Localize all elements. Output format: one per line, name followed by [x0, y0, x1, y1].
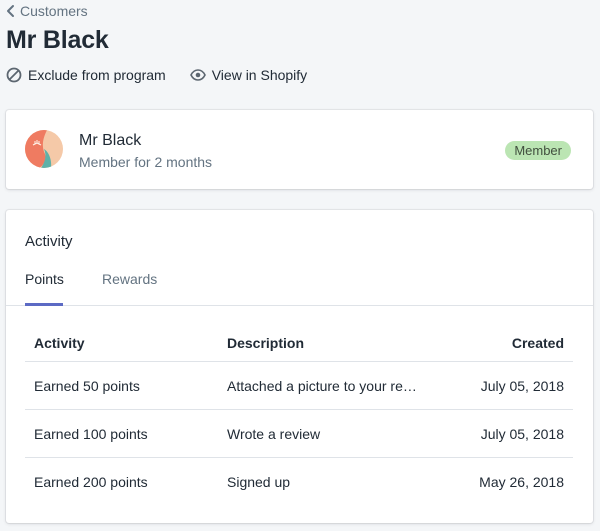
- row-description: Wrote a review: [218, 409, 448, 458]
- column-header-created[interactable]: Created: [448, 327, 573, 362]
- activity-heading: Activity: [25, 233, 73, 250]
- page-title: Mr Black: [6, 26, 109, 54]
- chevron-left-icon: [7, 5, 14, 17]
- exclude-from-program-button[interactable]: Exclude from program: [6, 67, 166, 83]
- tab-rewards[interactable]: Rewards: [102, 271, 157, 287]
- row-activity: Earned 50 points: [25, 361, 218, 410]
- row-created: July 05, 2018: [448, 409, 573, 458]
- row-description: Signed up: [227, 473, 291, 490]
- row-activity: Earned 200 points: [34, 473, 148, 490]
- avatar: [25, 130, 63, 168]
- avatar-illustration-icon: [25, 130, 63, 168]
- table-row: Earned 50 points Attached a picture to y…: [25, 361, 573, 410]
- activity-tabs: Points Rewards: [6, 266, 593, 306]
- activity-table: Activity Description Created Earned 50 p…: [25, 327, 573, 506]
- page-actions: Exclude from program View in Shopify: [6, 67, 307, 83]
- breadcrumb[interactable]: Customers: [6, 3, 88, 19]
- customer-profile-card: Mr Black Member for 2 months Member: [6, 110, 593, 189]
- row-description: Attached a picture to your re…: [218, 361, 448, 410]
- row-activity: Earned 100 points: [25, 409, 218, 458]
- table-row: Earned 100 points Wrote a review July 05…: [25, 409, 573, 458]
- status-badge: Member: [505, 141, 571, 160]
- tab-points[interactable]: Points: [25, 271, 64, 306]
- view-in-shopify-label: View in Shopify: [211, 67, 308, 83]
- column-header-description[interactable]: Description: [218, 327, 448, 362]
- table-row: Earned 200 points Signed up May 26, 2018: [25, 458, 573, 506]
- table-header-row: Activity Description Created: [25, 327, 573, 362]
- view-in-shopify-button[interactable]: View in Shopify: [189, 67, 308, 83]
- exclude-from-program-label: Exclude from program: [28, 67, 166, 83]
- customer-name: Mr Black: [79, 132, 142, 149]
- row-created: May 26, 2018: [479, 473, 564, 490]
- row-created: July 05, 2018: [448, 361, 573, 410]
- circle-slash-icon: [6, 67, 22, 83]
- column-header-activity[interactable]: Activity: [25, 327, 218, 362]
- eye-icon: [189, 69, 206, 81]
- breadcrumb-label: Customers: [20, 3, 88, 19]
- activity-card: Activity Points Rewards Activity Descrip…: [6, 210, 593, 523]
- membership-duration: Member for 2 months: [79, 154, 213, 170]
